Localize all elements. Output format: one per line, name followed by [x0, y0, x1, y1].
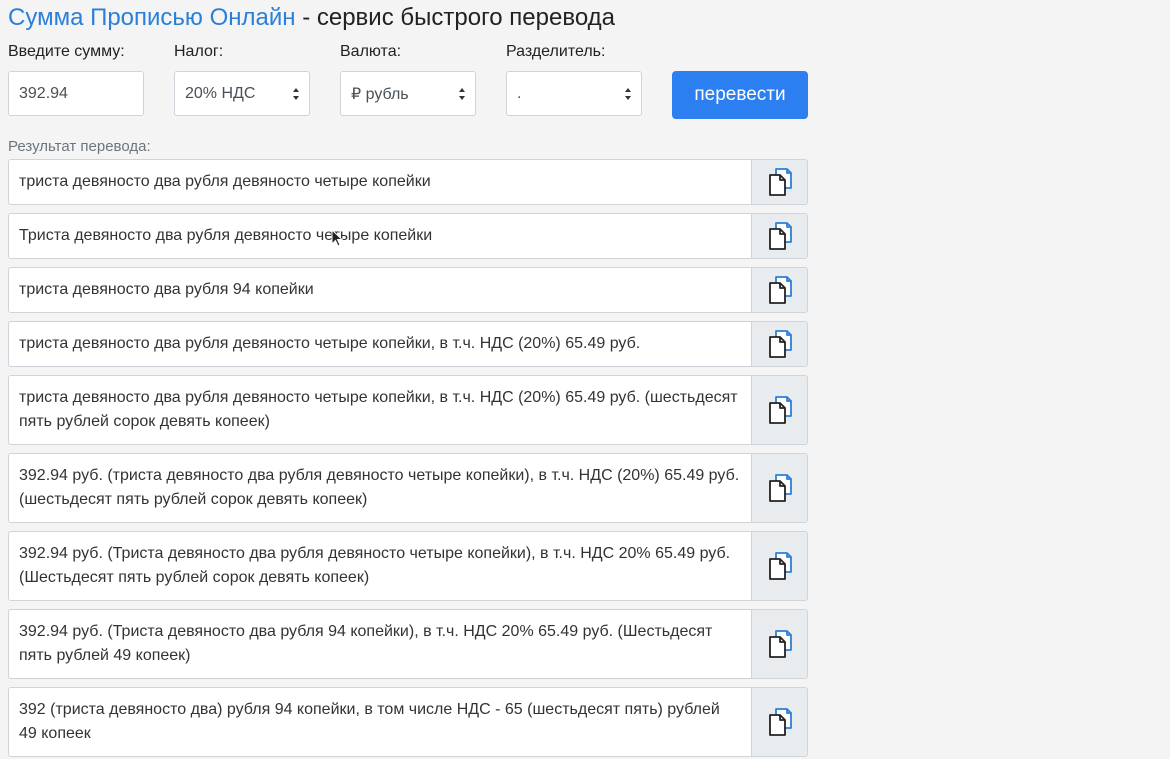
result-textarea[interactable]: триста девяносто два рубля девяносто чет…	[8, 159, 751, 205]
chevron-updown-icon	[459, 87, 465, 100]
copy-icon	[768, 474, 792, 502]
amount-value: 392.94	[19, 84, 68, 102]
result-textarea[interactable]: триста девяносто два рубля девяносто чет…	[8, 321, 751, 367]
result-row: триста девяносто два рубля девяносто чет…	[8, 159, 808, 205]
tax-select[interactable]: 20% НДС	[174, 71, 310, 116]
result-row: триста девяносто два рубля 94 копейки	[8, 267, 808, 313]
result-textarea[interactable]: Триста девяносто два рубля девяносто чет…	[8, 213, 751, 259]
copy-button[interactable]	[751, 159, 808, 205]
result-row: 392 (триста девяносто два) рубля 94 копе…	[8, 687, 808, 757]
result-textarea[interactable]: 392 (триста девяносто два) рубля 94 копе…	[8, 687, 751, 757]
copy-button[interactable]	[751, 213, 808, 259]
copy-button[interactable]	[751, 531, 808, 601]
result-label: Результат перевода:	[8, 138, 151, 155]
result-row: триста девяносто два рубля девяносто чет…	[8, 375, 808, 445]
separator-label: Разделитель:	[506, 43, 606, 60]
copy-icon	[768, 708, 792, 736]
result-row: триста девяносто два рубля девяносто чет…	[8, 321, 808, 367]
currency-select[interactable]: ₽ рубль	[340, 71, 476, 116]
tax-label: Налог:	[174, 43, 224, 60]
copy-button[interactable]	[751, 609, 808, 679]
copy-icon	[768, 276, 792, 304]
brand-link[interactable]: Сумма Прописью Онлайн	[8, 4, 296, 31]
result-textarea[interactable]: 392.94 руб. (триста девяносто два рубля …	[8, 453, 751, 523]
separator-select[interactable]: .	[506, 71, 642, 116]
copy-button[interactable]	[751, 267, 808, 313]
result-textarea[interactable]: триста девяносто два рубля 94 копейки	[8, 267, 751, 313]
amount-label: Введите сумму:	[8, 43, 125, 60]
copy-icon	[768, 630, 792, 658]
page-subtitle: - сервис быстрого перевода	[295, 4, 615, 31]
currency-label: Валюта:	[340, 43, 402, 60]
result-row: 392.94 руб. (Триста девяносто два рубля …	[8, 531, 808, 601]
copy-icon	[768, 222, 792, 250]
amount-input[interactable]: 392.94	[8, 71, 144, 116]
tax-value: 20% НДС	[185, 84, 256, 102]
result-row: Триста девяносто два рубля девяносто чет…	[8, 213, 808, 259]
copy-icon	[768, 168, 792, 196]
currency-value: ₽ рубль	[351, 85, 409, 103]
result-textarea[interactable]: триста девяносто два рубля девяносто чет…	[8, 375, 751, 445]
page-title: Сумма Прописью Онлайн - сервис быстрого …	[8, 3, 615, 33]
chevron-updown-icon	[293, 87, 299, 100]
copy-icon	[768, 552, 792, 580]
copy-button[interactable]	[751, 453, 808, 523]
copy-button[interactable]	[751, 321, 808, 367]
result-row: 392.94 руб. (Триста девяносто два рубля …	[8, 609, 808, 679]
result-row: 392.94 руб. (триста девяносто два рубля …	[8, 453, 808, 523]
copy-icon	[768, 396, 792, 424]
chevron-updown-icon	[625, 87, 631, 100]
result-textarea[interactable]: 392.94 руб. (Триста девяносто два рубля …	[8, 531, 751, 601]
copy-button[interactable]	[751, 375, 808, 445]
result-textarea[interactable]: 392.94 руб. (Триста девяносто два рубля …	[8, 609, 751, 679]
separator-value: .	[517, 84, 522, 102]
copy-button[interactable]	[751, 687, 808, 757]
translate-button[interactable]: перевести	[672, 71, 808, 119]
mouse-cursor-icon	[331, 229, 343, 247]
copy-icon	[768, 330, 792, 358]
